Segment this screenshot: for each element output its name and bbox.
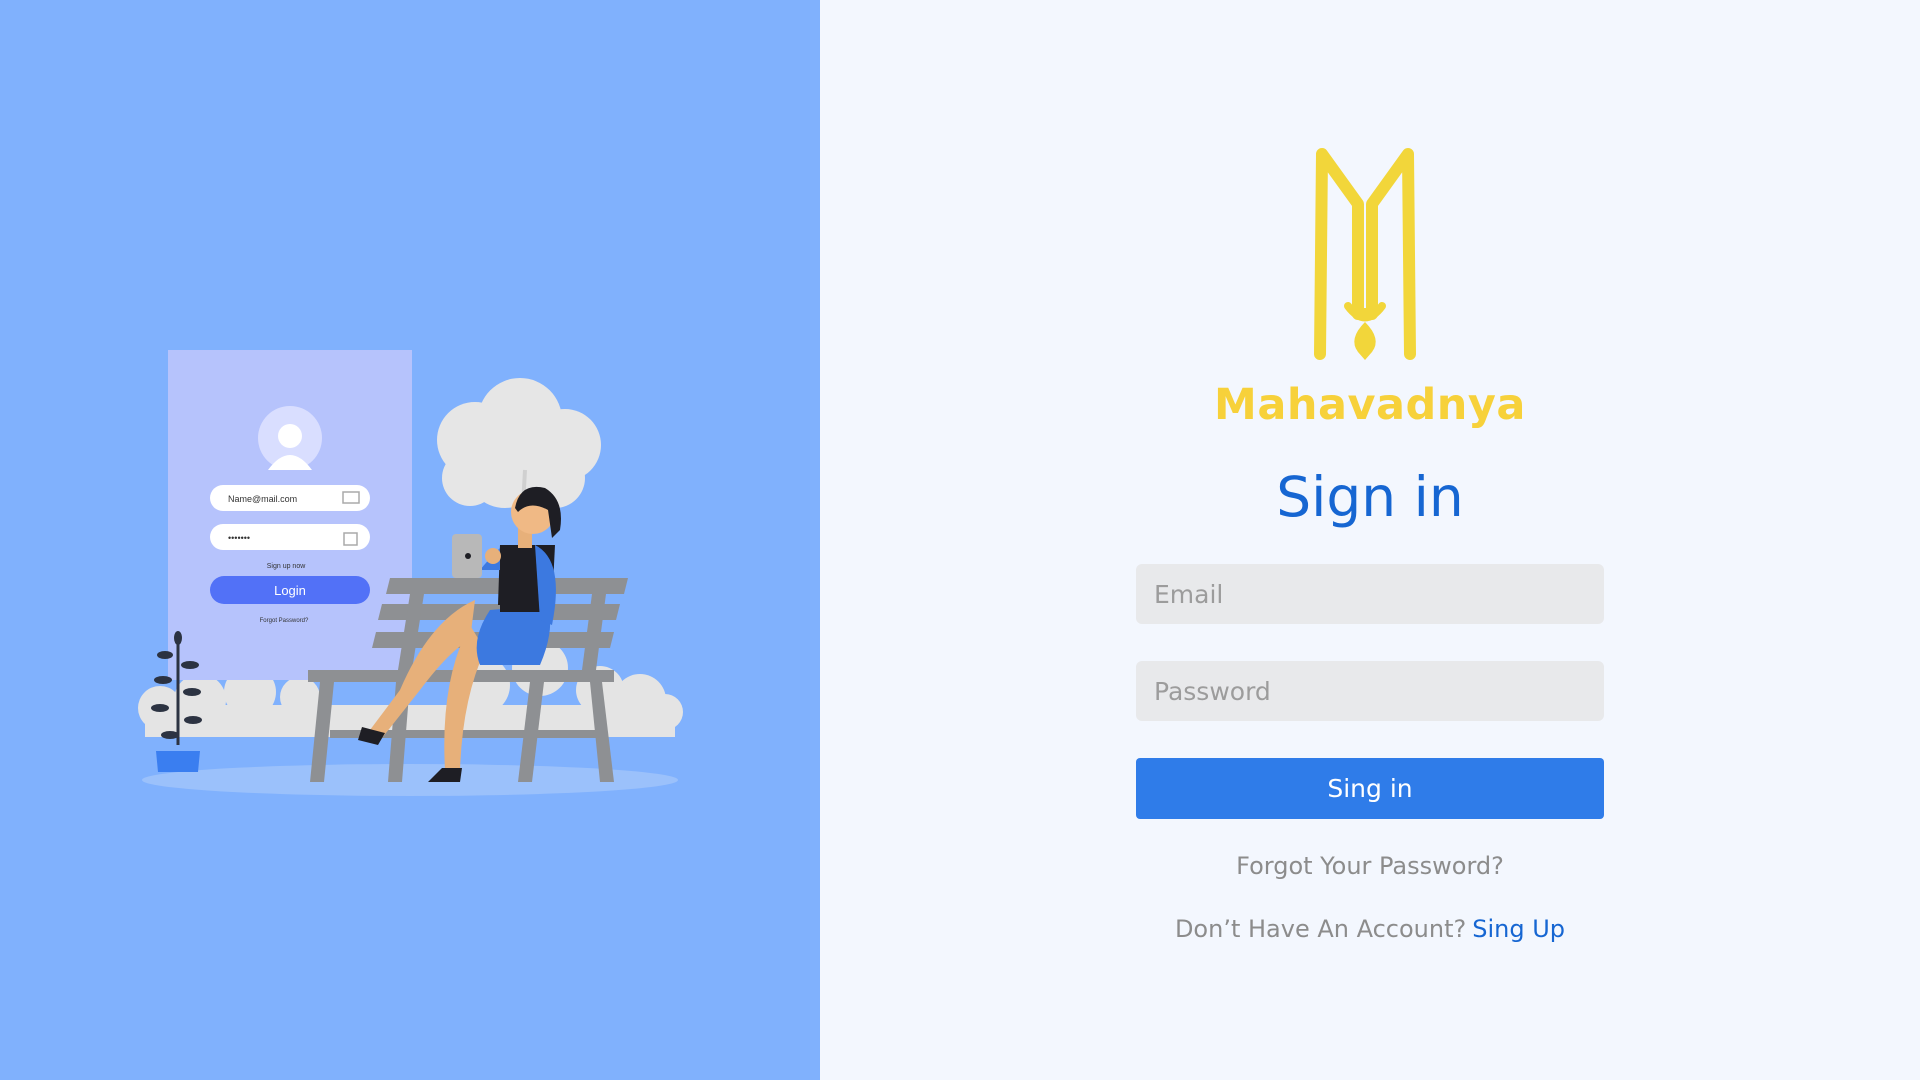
brand-name: Mahavadnya [1214,380,1526,430]
signin-button[interactable]: Sing in [1136,758,1604,819]
forgot-password-link[interactable]: Forgot Your Password? [820,852,1920,880]
signin-panel: Mahavadnya Sign in Sing in Forgot Your P… [820,0,1920,1080]
card-signup-text: Sign up now [267,563,306,570]
card-login-text: Login [274,583,306,598]
no-account-text: Don’t Have An Account? [1174,915,1467,943]
card-password-text: ••••••• [228,533,250,543]
page-title: Sign in [1276,465,1464,529]
illustration-panel: Name@mail.com ••••••• Sign up now Login … [0,0,820,1080]
signup-link[interactable]: Sing Up [1472,915,1565,943]
card-email-text: Name@mail.com [228,494,297,504]
login-illustration: Name@mail.com ••••••• Sign up now Login … [138,350,683,796]
brand-logo-icon [1314,148,1416,360]
password-input[interactable] [1136,661,1604,721]
email-input[interactable] [1136,564,1604,624]
card-forgot-text: Forgot Password? [260,618,309,624]
signup-row: Don’t Have An Account? Sing Up [820,915,1920,943]
